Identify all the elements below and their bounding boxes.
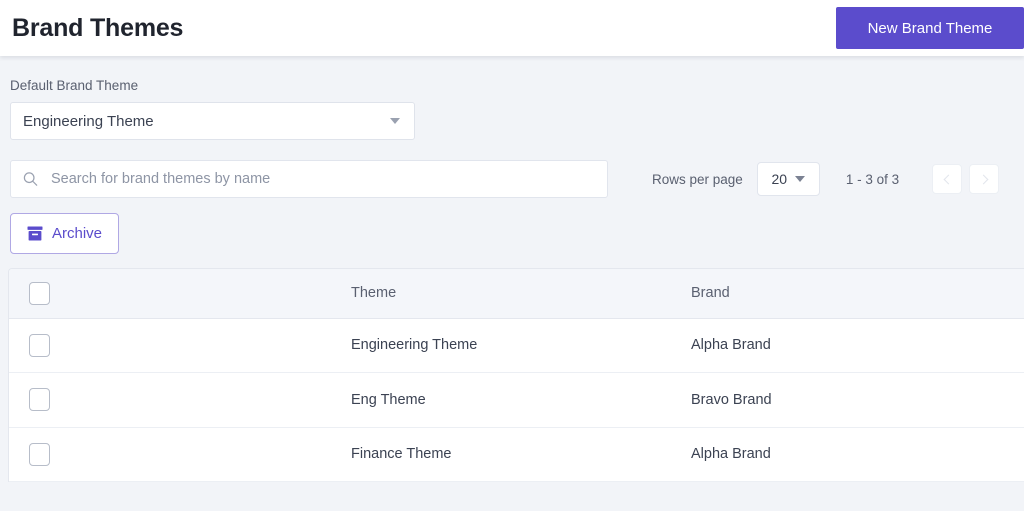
archive-box-icon (27, 226, 43, 241)
archive-button-label: Archive (52, 225, 103, 242)
default-brand-theme-field: Default Brand Theme Engineering Theme (0, 56, 1024, 140)
table-row[interactable]: Finance Theme Alpha Brand (9, 427, 1024, 482)
cell-theme: Engineering Theme (351, 318, 691, 373)
column-header-brand[interactable]: Brand (691, 269, 1024, 319)
pagination-range-text: 1 - 3 of 3 (845, 171, 900, 187)
page-title: Brand Themes (12, 13, 184, 42)
search-field (10, 160, 608, 198)
content-area: Default Brand Theme Engineering Theme Ro… (0, 56, 1024, 511)
rows-per-page-value: 20 (771, 171, 788, 187)
cell-brand: Alpha Brand (691, 427, 1024, 482)
brand-themes-table: Theme Brand Engineering Theme Alpha Bran… (8, 268, 1024, 482)
chevron-right-icon (978, 174, 989, 184)
row-checkbox-cell (9, 372, 351, 428)
chevron-down-icon (390, 118, 400, 124)
bulk-actions-row: Archive (0, 198, 1024, 254)
rows-per-page-select[interactable]: 20 (756, 162, 820, 196)
default-brand-theme-value: Engineering Theme (23, 112, 154, 130)
chevron-left-icon (943, 174, 954, 184)
archive-button[interactable]: Archive (10, 213, 120, 254)
table-body: Engineering Theme Alpha Brand Eng Theme … (9, 318, 1024, 482)
rows-per-page-label: Rows per page (652, 171, 743, 187)
next-page-button[interactable] (969, 164, 1000, 194)
row-checkbox[interactable] (29, 442, 50, 466)
cell-brand: Bravo Brand (691, 372, 1024, 428)
default-brand-theme-select[interactable]: Engineering Theme (10, 102, 415, 140)
row-checkbox[interactable] (29, 388, 50, 412)
page-header: Brand Themes New Brand Theme (0, 0, 1024, 56)
row-checkbox[interactable] (29, 333, 50, 357)
table-row[interactable]: Engineering Theme Alpha Brand (9, 318, 1024, 373)
row-checkbox-cell (9, 427, 351, 482)
cell-theme: Eng Theme (351, 372, 691, 428)
table-header-row: Theme Brand (9, 269, 1024, 319)
previous-page-button[interactable] (932, 164, 963, 194)
cell-theme: Finance Theme (351, 427, 691, 482)
row-checkbox-cell (9, 318, 351, 373)
select-all-header (9, 269, 351, 319)
table-toolbar: Rows per page 20 1 - 3 of 3 (0, 140, 1024, 198)
new-brand-theme-button[interactable]: New Brand Theme (836, 7, 1024, 49)
default-brand-theme-label: Default Brand Theme (10, 78, 139, 93)
select-all-checkbox[interactable] (29, 281, 50, 305)
search-input[interactable] (10, 160, 608, 198)
column-header-theme[interactable]: Theme (351, 269, 691, 319)
table-row[interactable]: Eng Theme Bravo Brand (9, 372, 1024, 428)
cell-brand: Alpha Brand (691, 318, 1024, 373)
chevron-down-icon (795, 176, 806, 182)
pagination-controls: Rows per page 20 1 - 3 of 3 (652, 162, 1000, 196)
